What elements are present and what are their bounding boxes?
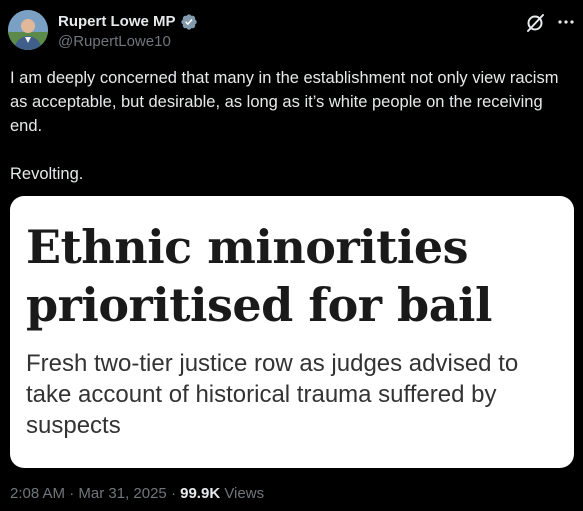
- author-display-name[interactable]: Rupert Lowe MP: [58, 13, 176, 31]
- media-subheadline: Fresh two-tier justice row as judges adv…: [26, 350, 519, 439]
- tweet-meta: 2:08 AM · Mar 31, 2025 · 99.9K Views: [10, 485, 264, 503]
- views-label: Views: [220, 485, 265, 502]
- tweet-paragraph: Revolting.: [10, 165, 84, 183]
- avatar[interactable]: [8, 10, 48, 50]
- verified-badge-icon[interactable]: [180, 13, 198, 31]
- avatar-photo: [8, 10, 48, 50]
- author-name-row: Rupert Lowe MP: [58, 12, 198, 32]
- author-handle[interactable]: @RupertLowe10: [58, 33, 171, 51]
- tweet-date[interactable]: Mar 31, 2025: [78, 485, 166, 502]
- tweet-text: I am deeply concerned that many in the e…: [10, 66, 575, 186]
- tweet-paragraph: I am deeply concerned that many in the e…: [10, 69, 564, 135]
- meta-separator: ·: [166, 485, 181, 502]
- tweet-media-image[interactable]: Ethnic minorities prioritised for bail F…: [10, 196, 574, 468]
- media-headline: Ethnic minorities prioritised for bail: [26, 220, 492, 332]
- tweet-time[interactable]: 2:08 AM: [10, 485, 65, 502]
- grok-icon[interactable]: [524, 12, 546, 34]
- meta-separator: ·: [65, 485, 79, 502]
- more-icon[interactable]: [556, 12, 576, 32]
- views-count: 99.9K: [180, 485, 221, 502]
